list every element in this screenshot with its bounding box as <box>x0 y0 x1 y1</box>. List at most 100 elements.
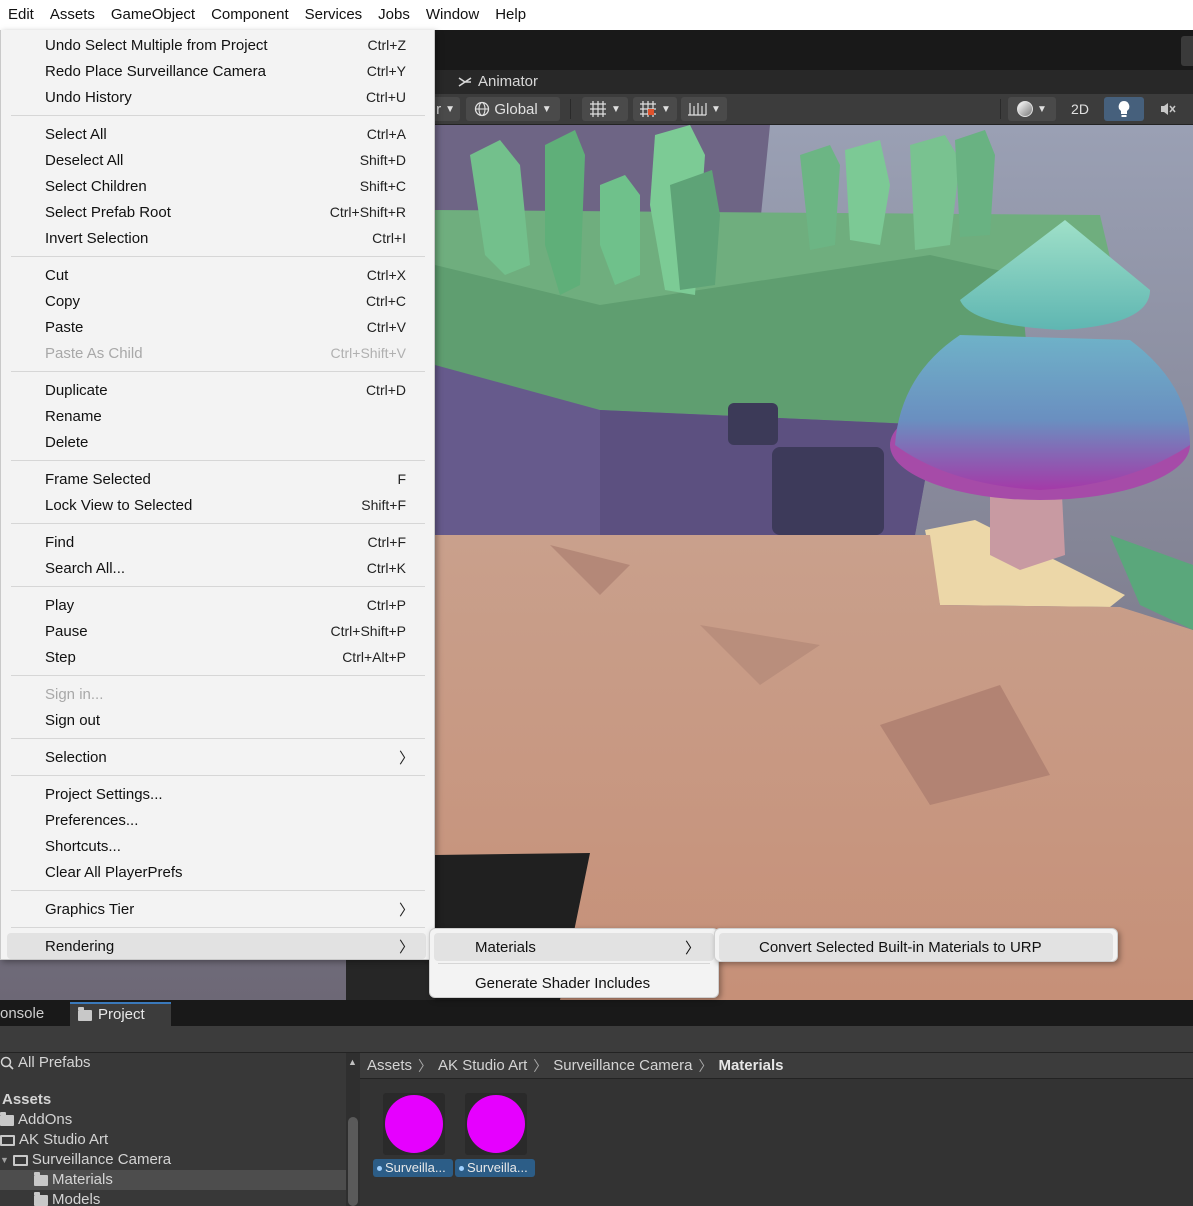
menubar-item-help[interactable]: Help <box>487 0 534 30</box>
menu-item-shortcut: Ctrl+Shift+R <box>329 204 406 220</box>
menu-item-undo-history[interactable]: Undo History Ctrl+U <box>7 84 426 110</box>
scrollbar-thumb[interactable] <box>348 1117 358 1206</box>
menubar-item-edit[interactable]: Edit <box>0 0 42 30</box>
menu-item-duplicate[interactable]: Duplicate Ctrl+D <box>7 377 426 403</box>
menu-item-shortcut: Ctrl+I <box>372 230 406 246</box>
breadcrumb-item[interactable]: Surveillance Camera <box>553 1057 692 1074</box>
grid-visibility-button[interactable]: ▼ <box>633 97 677 121</box>
project-asset-area: Assets 〉 AK Studio Art 〉 Surveillance Ca… <box>360 1053 1193 1206</box>
material-sphere-icon <box>385 1095 443 1153</box>
menubar-item-assets[interactable]: Assets <box>42 0 103 30</box>
audio-toggle[interactable] <box>1148 97 1188 121</box>
menubar-item-gameobject[interactable]: GameObject <box>103 0 203 30</box>
menu-item-materials[interactable]: Materials 〉 <box>434 933 714 961</box>
breadcrumb-item[interactable]: AK Studio Art <box>438 1057 527 1074</box>
breadcrumb-item-current[interactable]: Materials <box>718 1057 783 1074</box>
menu-item-label: Clear All PlayerPrefs <box>45 863 183 881</box>
shading-sphere-icon <box>1017 101 1034 117</box>
tree-item-label: All Prefabs <box>18 1054 91 1071</box>
menu-item-label: Deselect All <box>45 151 124 169</box>
menu-item-rename[interactable]: Rename <box>7 403 426 429</box>
materials-submenu: Convert Selected Built-in Materials to U… <box>714 928 1118 962</box>
asset-material[interactable]: Surveilla... <box>455 1093 535 1179</box>
grid-snap-button[interactable]: ▼ <box>582 97 628 121</box>
project-tab-label: Project <box>98 1006 145 1023</box>
tree-scrollbar[interactable]: ▲ <box>346 1053 360 1206</box>
menu-separator <box>11 115 425 116</box>
menu-item-sign-out[interactable]: Sign out <box>7 707 426 733</box>
menu-item-project-settings[interactable]: Project Settings... <box>7 781 426 807</box>
menu-separator <box>11 256 425 257</box>
menu-item-rendering[interactable]: Rendering 〉 <box>7 933 426 959</box>
tree-item-materials[interactable]: Materials <box>0 1170 346 1190</box>
tab-project[interactable]: Project <box>70 1002 171 1026</box>
menu-item-label: Select Children <box>45 177 147 195</box>
tab-console[interactable]: onsole <box>0 1002 60 1026</box>
menu-item-clear-all-playerprefs[interactable]: Clear All PlayerPrefs <box>7 859 426 885</box>
menu-item-shortcuts[interactable]: Shortcuts... <box>7 833 426 859</box>
menu-bar: Edit Assets GameObject Component Services Job… <box>0 0 1193 30</box>
menubar-item-window[interactable]: Window <box>418 0 487 30</box>
menu-item-paste[interactable]: Paste Ctrl+V <box>7 314 426 340</box>
draw-mode-dropdown[interactable]: ▼ <box>1008 97 1056 121</box>
menu-item-deselect-all[interactable]: Deselect All Shift+D <box>7 147 426 173</box>
chevron-right-icon: 〉 <box>418 1057 433 1074</box>
chevron-down-icon: ▼ <box>711 103 721 115</box>
menu-item-label: Lock View to Selected <box>45 496 193 514</box>
menu-item-find[interactable]: Find Ctrl+F <box>7 529 426 555</box>
menubar-item-services[interactable]: Services <box>297 0 371 30</box>
menu-item-select-children[interactable]: Select Children Shift+C <box>7 173 426 199</box>
chevron-down-icon: ▼ <box>661 103 671 115</box>
menu-item-select-all[interactable]: Select All Ctrl+A <box>7 121 426 147</box>
menubar-item-component[interactable]: Component <box>203 0 297 30</box>
menu-item-copy[interactable]: Copy Ctrl+C <box>7 288 426 314</box>
window-corner-button[interactable] <box>1181 36 1193 66</box>
chevron-right-icon: 〉 <box>398 901 414 919</box>
tree-item-label: Assets <box>2 1091 52 1108</box>
menu-item-pause[interactable]: Pause Ctrl+Shift+P <box>7 618 426 644</box>
increment-snap-button[interactable]: ▼ <box>681 97 727 121</box>
menu-item-select-prefab-root[interactable]: Select Prefab Root Ctrl+Shift+R <box>7 199 426 225</box>
tab-animator[interactable]: Animator <box>448 70 548 94</box>
project-toolbar <box>0 1026 1193 1053</box>
tree-item-assets-root[interactable]: Assets <box>2 1090 51 1110</box>
menu-item-shortcut: Ctrl+C <box>365 293 406 309</box>
menu-item-convert-to-urp[interactable]: Convert Selected Built-in Materials to U… <box>719 933 1113 961</box>
breadcrumb: Assets 〉 AK Studio Art 〉 Surveillance Ca… <box>360 1053 1193 1079</box>
grid-icon <box>640 101 657 117</box>
grid-snap-icon <box>590 101 607 117</box>
tree-item-surveillance-camera[interactable]: ▼ Surveillance Camera <box>0 1150 171 1170</box>
menu-item-play[interactable]: Play Ctrl+P <box>7 592 426 618</box>
mode-2d-toggle[interactable]: 2D <box>1060 97 1100 121</box>
breadcrumb-item[interactable]: Assets <box>367 1057 412 1074</box>
bottom-tab-strip: onsole Project <box>0 1000 1193 1026</box>
menu-item-graphics-tier[interactable]: Graphics Tier 〉 <box>7 896 426 922</box>
menu-item-lock-view-to-selected[interactable]: Lock View to Selected Shift+F <box>7 492 426 518</box>
scroll-up-icon[interactable]: ▲ <box>348 1057 357 1067</box>
menu-item-redo-place-surveillance-camera[interactable]: Redo Place Surveillance Camera Ctrl+Y <box>7 58 426 84</box>
dot-icon <box>459 1165 464 1171</box>
tree-item-all-prefabs[interactable]: All Prefabs <box>0 1053 91 1073</box>
menu-item-delete[interactable]: Delete <box>7 429 426 455</box>
folder-icon <box>34 1171 48 1186</box>
menu-item-generate-shader-includes[interactable]: Generate Shader Includes <box>434 969 714 997</box>
menu-item-undo-select-multiple-from-project[interactable]: Undo Select Multiple from Project Ctrl+Z <box>7 32 426 58</box>
tree-item-ak-studio-art[interactable]: AK Studio Art <box>0 1130 108 1150</box>
asset-material[interactable]: Surveilla... <box>373 1093 453 1179</box>
menu-item-step[interactable]: Step Ctrl+Alt+P <box>7 644 426 670</box>
menu-item-shortcut: Shift+F <box>361 497 406 513</box>
menu-item-selection[interactable]: Selection 〉 <box>7 744 426 770</box>
menu-item-label: Undo History <box>45 88 132 106</box>
menu-item-invert-selection[interactable]: Invert Selection Ctrl+I <box>7 225 426 251</box>
menu-item-cut[interactable]: Cut Ctrl+X <box>7 262 426 288</box>
menu-item-frame-selected[interactable]: Frame Selected F <box>7 466 426 492</box>
menu-item-search-all[interactable]: Search All... Ctrl+K <box>7 555 426 581</box>
global-dropdown[interactable]: Global ▼ <box>466 97 560 121</box>
chevron-down-icon[interactable]: ▼ <box>0 1150 9 1170</box>
tree-item-addons[interactable]: AddOns <box>0 1110 72 1130</box>
menubar-item-jobs[interactable]: Jobs <box>370 0 418 30</box>
lighting-toggle[interactable] <box>1104 97 1144 121</box>
menu-item-shortcut: Ctrl+K <box>366 560 406 576</box>
menu-item-preferences[interactable]: Preferences... <box>7 807 426 833</box>
tree-item-models[interactable]: Models <box>0 1190 100 1206</box>
